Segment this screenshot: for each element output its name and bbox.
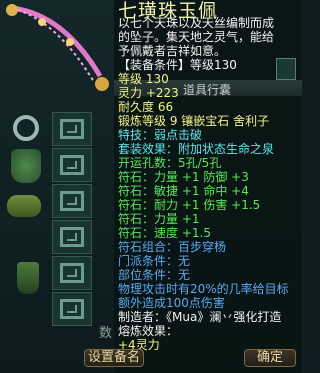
set-effect: 套装效果：附加状态生命之泉 [118, 142, 275, 156]
rune-line: 符石：耐力 +1 伤害 +1.5 [118, 198, 261, 212]
door-requirement: 门派条件：无 [118, 254, 191, 268]
rune-line: 符石：敏捷 +1 命中 +4 [118, 184, 249, 198]
item-description: 的坠子。集天地之灵气，能给 [118, 30, 275, 44]
inventory-slot[interactable] [52, 112, 92, 146]
confirm-button[interactable]: 确定 [244, 349, 296, 367]
item-stat: 灵力 +223 [118, 86, 179, 100]
belt-icon[interactable] [4, 186, 44, 226]
rune-description: 额外造成100点伤害 [118, 296, 225, 310]
special-skill: 特技：弱点击破 [118, 128, 203, 142]
rune-description: 物理攻击时有20%的几率给目标 [118, 282, 289, 296]
panel-title: 道具行囊 [183, 83, 232, 97]
inventory-panel: 道具行囊 七璜珠玉佩 以七个天珠以及天丝编制而成 的坠子。集天地之灵气，能给 予… [0, 0, 302, 373]
inventory-slot[interactable] [52, 256, 92, 290]
rune-line: 符石：力量 +1 [118, 212, 200, 226]
hole-count: 开运孔数：5孔/5孔 [118, 156, 222, 170]
inventory-slot[interactable] [52, 184, 92, 218]
item-stat: 耐久度 66 [118, 100, 174, 114]
item-thumbnail-icon [276, 58, 296, 80]
inventory-slot[interactable] [52, 292, 92, 326]
item-stat: 等级 130 [118, 72, 169, 86]
item-description: 予佩戴者吉祥如意。 [118, 44, 227, 58]
maker-info: 制造者：《Mua》澜丷强化打造 [118, 310, 282, 324]
set-alias-button[interactable]: 设置备名 [84, 349, 144, 367]
item-description: 以七个天珠以及天丝编制而成 [118, 16, 275, 30]
rune-combo: 符石组合：百步穿杨 [118, 240, 227, 254]
jade-pendant-icon [6, 4, 109, 91]
item-requirement: 【装备条件】等级130 [118, 58, 237, 72]
rune-line: 符石：速度 +1.5 [118, 226, 211, 240]
obscured-label: 数 [99, 326, 113, 341]
ring-icon[interactable] [6, 108, 46, 148]
inventory-slot[interactable] [52, 148, 92, 182]
forge-level: 锻炼等级 9 镶嵌宝石 舍利子 [118, 114, 270, 128]
rune-line: 符石：力量 +1 防御 +3 [118, 170, 249, 184]
enhance-label: 熔炼效果： [118, 324, 179, 338]
position-requirement: 部位条件：无 [118, 268, 191, 282]
boots-icon[interactable] [8, 258, 48, 298]
armor-icon[interactable] [6, 146, 46, 186]
inventory-slot[interactable] [52, 220, 92, 254]
